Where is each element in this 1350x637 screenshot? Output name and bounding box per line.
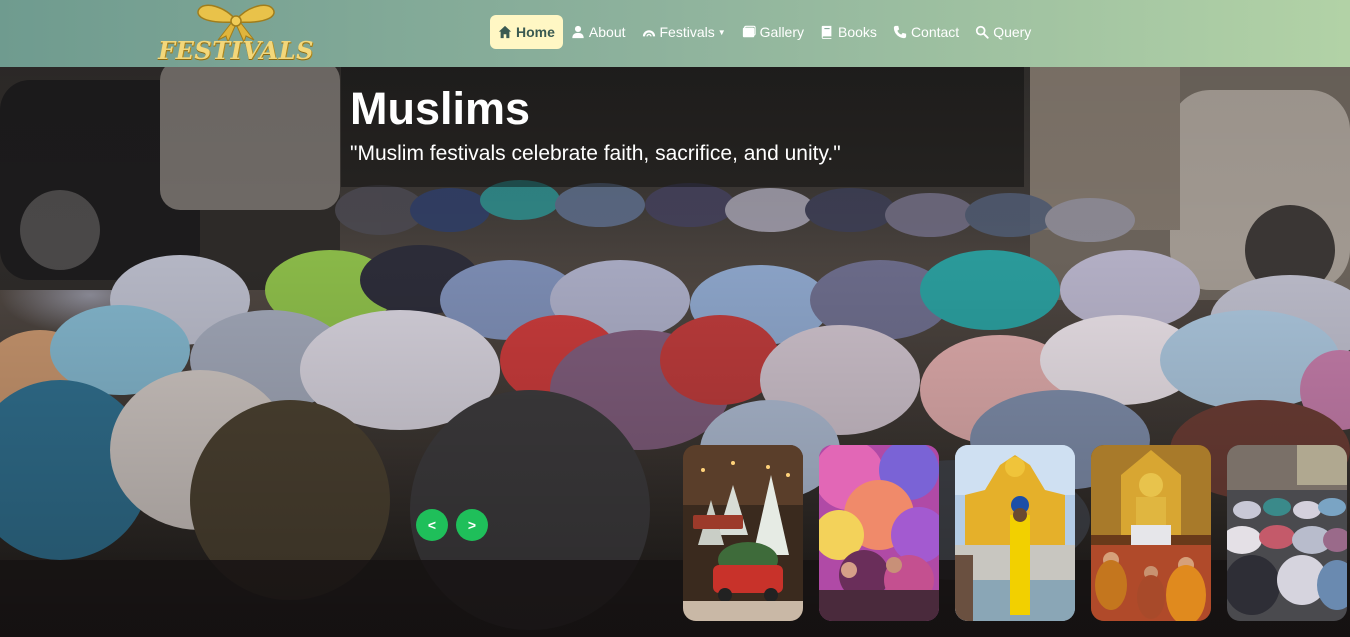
nav-about[interactable]: About (563, 15, 634, 49)
slide-caption: Muslims "Muslim festivals celebrate fait… (341, 67, 1024, 187)
golden-temple-thumbnail[interactable] (955, 445, 1075, 621)
nav-books[interactable]: Books (812, 15, 885, 49)
slider-next-button[interactable]: > (456, 509, 488, 541)
chevron-left-icon: < (427, 517, 437, 533)
slide-quote: "Muslim festivals celebrate faith, sacri… (350, 142, 841, 165)
nav-query[interactable]: Query (967, 15, 1039, 49)
muslim-prayer-thumbnail[interactable] (1227, 445, 1347, 621)
home-icon (498, 25, 512, 39)
user-icon (572, 25, 584, 39)
chevron-right-icon: > (467, 517, 477, 533)
nav-books-label: Books (838, 24, 877, 40)
holi-thumbnail[interactable] (819, 445, 939, 621)
nav-home-label: Home (516, 24, 555, 40)
navbar: FESTIVALS Home About Festivals ▼ Gallery… (0, 0, 1350, 67)
brand-name: FESTIVALS (158, 36, 314, 65)
nav-about-label: About (588, 24, 626, 40)
gallery-icon (742, 25, 756, 38)
rainbow-icon (642, 30, 655, 37)
chevron-down-icon: ▼ (717, 27, 726, 37)
nav-home[interactable]: Home (490, 15, 563, 49)
nav-gallery[interactable]: Gallery (734, 15, 812, 49)
brand-logo[interactable]: FESTIVALS (156, 2, 316, 65)
phone-icon (893, 25, 907, 39)
slide-title: Muslims (350, 83, 531, 134)
nav-gallery-label: Gallery (759, 24, 805, 40)
book-icon (821, 25, 832, 39)
buddhist-temple-thumbnail[interactable] (1091, 445, 1211, 621)
main-navigation: Home About Festivals ▼ Gallery Books Con… (490, 15, 1039, 49)
nav-festivals-dropdown[interactable]: Festivals ▼ (634, 15, 734, 49)
nav-festivals-label: Festivals (659, 24, 715, 40)
search-icon (976, 25, 989, 39)
slider-prev-button[interactable]: < (416, 509, 448, 541)
nav-contact[interactable]: Contact (885, 15, 967, 49)
christmas-thumbnail[interactable] (683, 445, 803, 621)
nav-contact-label: Contact (910, 24, 960, 40)
nav-query-label: Query (993, 24, 1032, 40)
